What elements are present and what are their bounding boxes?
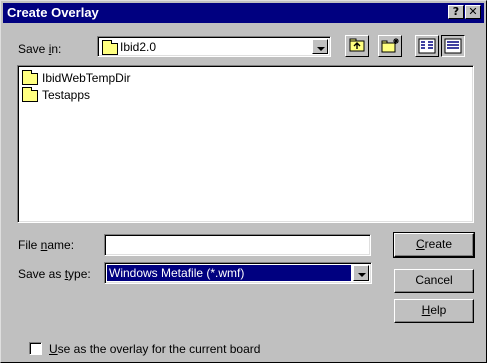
file-name-label: File name: xyxy=(18,238,75,252)
up-one-level-button[interactable] xyxy=(345,35,369,57)
folder-icon xyxy=(22,87,38,102)
list-view-button[interactable] xyxy=(415,35,439,57)
create-overlay-dialog: Create Overlay ? ✕ Save in: Ibid2.0 Ibid… xyxy=(0,0,487,363)
chevron-down-icon[interactable] xyxy=(312,39,328,54)
details-view-button[interactable] xyxy=(441,35,465,57)
file-list[interactable]: IbidWebTempDir Testapps xyxy=(17,65,474,223)
create-new-folder-icon xyxy=(381,38,399,53)
up-one-level-icon xyxy=(349,38,365,52)
save-as-type-dropdown[interactable]: Windows Metafile (*.wmf) xyxy=(104,262,372,284)
cancel-button[interactable]: Cancel xyxy=(394,269,474,293)
save-in-label: Save in: xyxy=(18,42,62,56)
help-title-button[interactable]: ? xyxy=(448,5,464,19)
overlay-checkbox[interactable] xyxy=(29,342,42,355)
details-view-icon xyxy=(444,38,462,54)
save-as-type-label: Save as type: xyxy=(18,267,91,281)
save-in-dropdown[interactable]: Ibid2.0 xyxy=(97,36,331,57)
save-as-type-value: Windows Metafile (*.wmf) xyxy=(109,266,245,280)
chevron-down-icon[interactable] xyxy=(353,265,369,281)
folder-icon xyxy=(22,70,38,85)
file-item-name: Testapps xyxy=(42,88,91,102)
create-button[interactable]: Create xyxy=(393,232,475,258)
file-name-input[interactable] xyxy=(104,234,371,256)
save-in-value: Ibid2.0 xyxy=(120,40,157,54)
help-button[interactable]: Help xyxy=(394,299,474,323)
file-item-name: IbidWebTempDir xyxy=(42,71,131,85)
open-folder-icon xyxy=(102,40,118,55)
list-view-icon xyxy=(418,38,436,54)
close-title-button[interactable]: ✕ xyxy=(465,5,481,19)
window-title: Create Overlay xyxy=(7,5,99,20)
create-new-folder-button[interactable] xyxy=(378,35,402,57)
overlay-checkbox-label[interactable]: Use as the overlay for the current board xyxy=(49,342,260,356)
title-bar[interactable]: Create Overlay ? ✕ xyxy=(3,3,484,23)
